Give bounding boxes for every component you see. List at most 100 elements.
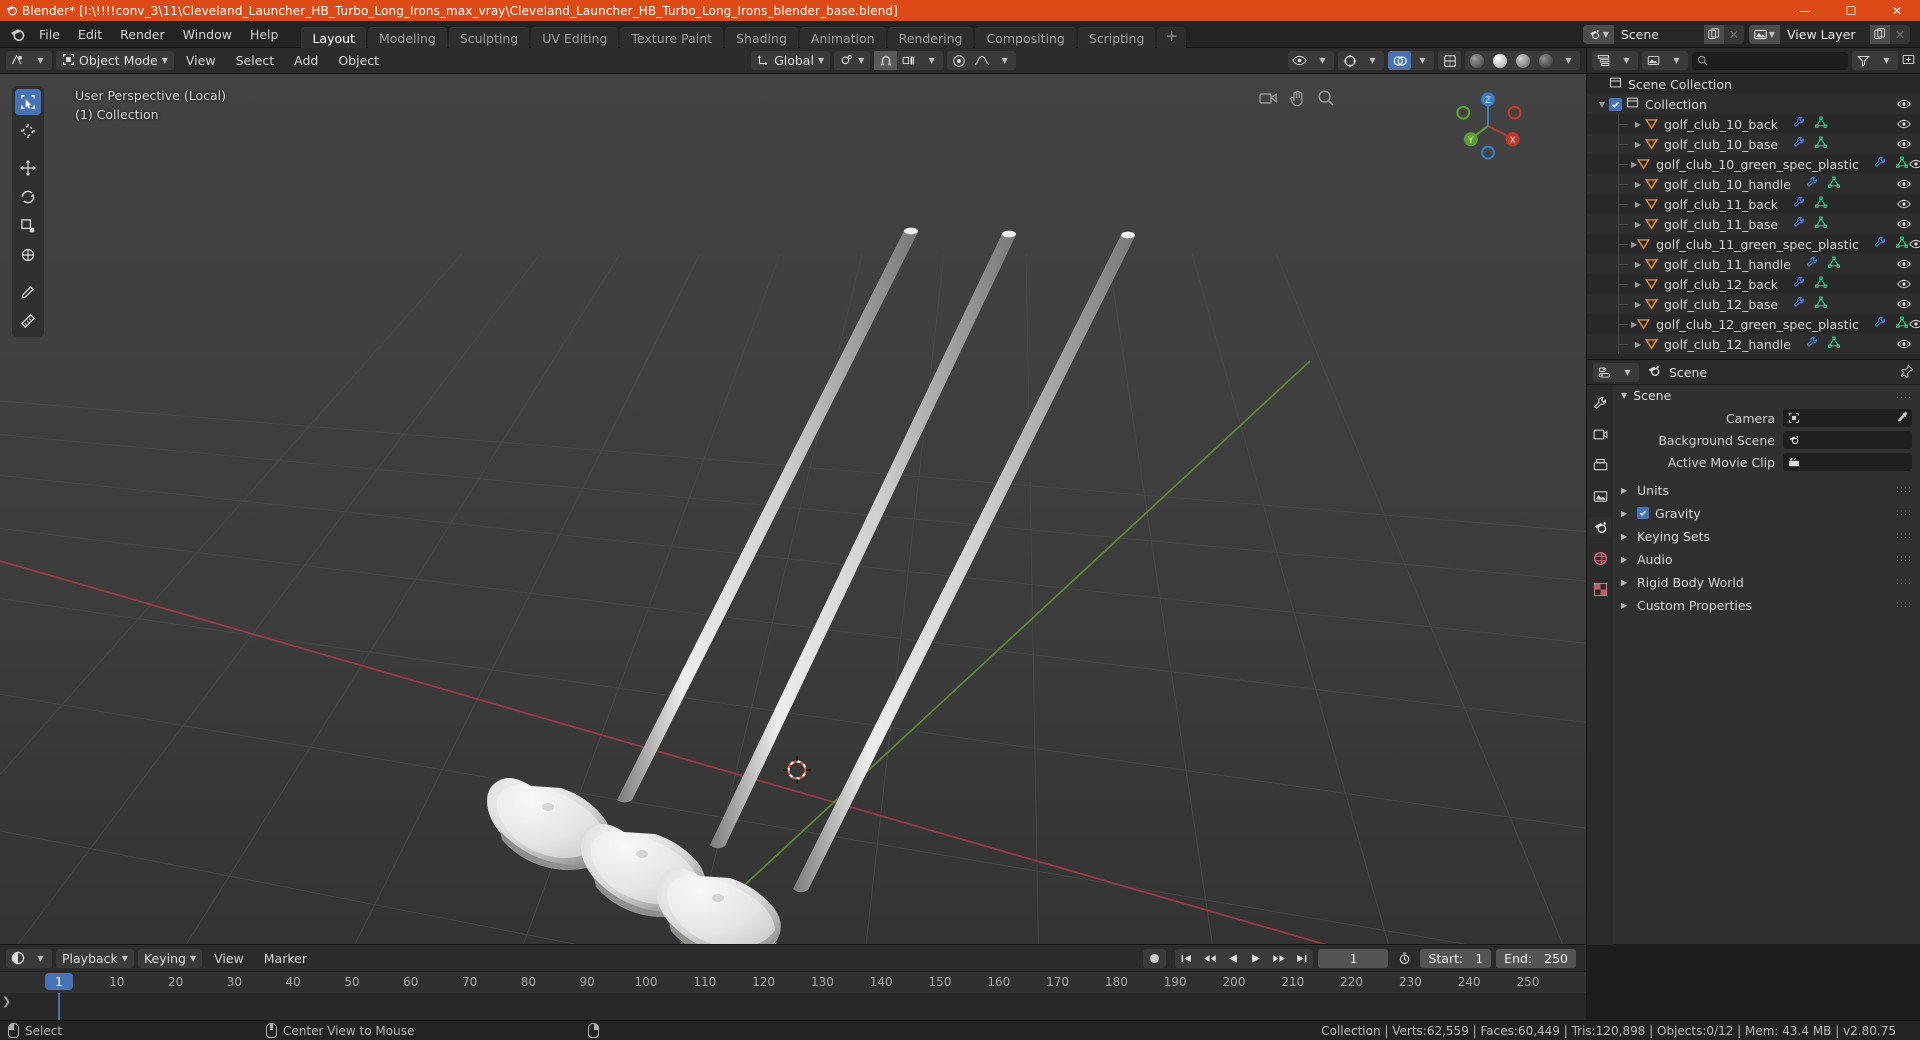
eye-icon[interactable] [1909, 317, 1920, 332]
auto-keying-button[interactable] [1143, 948, 1167, 968]
editor-type-selector[interactable]: ▼ [6, 51, 52, 70]
delete-scene-icon[interactable]: ✕ [1723, 24, 1744, 44]
scene-selector[interactable]: ▼ Scene ✕ [1582, 24, 1744, 44]
properties-section-row[interactable]: ▶ Keying Sets:::: [1613, 526, 1920, 546]
workspace-tab-modeling[interactable]: Modeling [367, 26, 447, 48]
modifier-icon[interactable] [1792, 136, 1806, 152]
eye-icon[interactable] [1897, 197, 1911, 212]
eye-icon[interactable] [1897, 177, 1911, 192]
use-preview-range-icon[interactable] [1393, 952, 1415, 965]
scene-panel-disclosure-icon[interactable]: ▼ [1621, 391, 1627, 400]
workspace-tab-compositing[interactable]: Compositing [975, 26, 1076, 48]
scene-panel-header[interactable]: ▼ Scene :::: [1613, 385, 1920, 406]
properties-section-row[interactable]: ▶ Audio:::: [1613, 549, 1920, 569]
properties-editor-type-selector[interactable]: ▼ [1593, 362, 1639, 382]
overlays-icon[interactable] [1388, 51, 1411, 70]
filter-caret-icon[interactable]: ▼ [1875, 51, 1898, 70]
falloff-caret-icon[interactable]: ▼ [993, 51, 1016, 70]
visibility-selector[interactable]: ▼ [1288, 51, 1334, 70]
display-mode-caret-icon[interactable]: ▼ [1665, 51, 1688, 70]
outliner-row-object[interactable]: ▶ golf_club_12_back [1587, 274, 1920, 294]
section-disclosure-icon[interactable]: ▶ [1621, 578, 1631, 587]
outliner-row-object[interactable]: ▶ golf_club_10_handle [1587, 174, 1920, 194]
overlays-caret-icon[interactable]: ▼ [1411, 51, 1434, 70]
mesh-data-icon[interactable] [1895, 156, 1909, 172]
collection-disclosure-icon[interactable]: ▼ [1595, 100, 1609, 109]
menu-file[interactable]: File [30, 25, 69, 44]
outliner-row-object[interactable]: ▶ golf_club_10_green_spec_plastic [1587, 154, 1920, 174]
section-disclosure-icon[interactable]: ▶ [1621, 601, 1631, 610]
camera-field[interactable] [1783, 409, 1912, 427]
measure-tool[interactable] [15, 308, 41, 334]
properties-tab-output[interactable] [1589, 455, 1611, 475]
blender-logo-icon[interactable] [4, 21, 30, 48]
view-layer-browse-icon[interactable]: ▼ [1748, 24, 1780, 44]
viewport-menu-add[interactable]: Add [286, 51, 326, 70]
eyedropper-icon[interactable] [1895, 411, 1907, 426]
eye-icon[interactable] [1909, 237, 1920, 252]
eye-icon[interactable] [1897, 137, 1911, 152]
properties-section-row[interactable]: ▶ Gravity:::: [1613, 503, 1920, 523]
play-icon[interactable] [1244, 949, 1267, 968]
modifier-icon[interactable] [1873, 156, 1887, 172]
eye-icon[interactable] [1897, 297, 1911, 312]
eye-icon[interactable] [1897, 257, 1911, 272]
eye-icon[interactable] [1897, 217, 1911, 232]
modifier-icon[interactable] [1792, 276, 1806, 292]
outliner-tree[interactable]: Scene Collection ▼ Collection ▶ golf_club… [1587, 74, 1920, 359]
timeline-expand-icon[interactable]: ❯ [2, 995, 11, 1008]
mesh-data-icon[interactable] [1895, 236, 1909, 252]
close-button[interactable]: ✕ [1874, 0, 1920, 21]
xray-toggle[interactable] [1438, 51, 1461, 70]
filter-icon[interactable] [1852, 51, 1875, 70]
eye-icon[interactable] [1897, 277, 1911, 292]
wireframe-shading-icon[interactable] [1465, 51, 1488, 70]
outliner-type-caret-icon[interactable]: ▼ [1615, 51, 1638, 70]
mesh-data-icon[interactable] [1827, 256, 1841, 272]
proportional-edit-icon[interactable] [947, 51, 970, 70]
workspace-tab-layout[interactable]: Layout [301, 26, 366, 48]
move-tool[interactable] [15, 155, 41, 181]
section-disclosure-icon[interactable]: ▶ [1621, 555, 1631, 564]
gizmo-caret-icon[interactable]: ▼ [1361, 51, 1384, 70]
outliner-row-scene-collection[interactable]: Scene Collection [1587, 74, 1920, 94]
properties-tab-view-layer[interactable] [1589, 486, 1611, 506]
object-disclosure-icon[interactable]: ▶ [1631, 300, 1645, 309]
magnet-icon[interactable] [874, 51, 898, 70]
mesh-data-icon[interactable] [1814, 296, 1828, 312]
timeline-editor-type-selector[interactable]: ▼ [6, 948, 52, 968]
menu-edit[interactable]: Edit [69, 25, 111, 44]
outliner-editor-type-selector[interactable]: ▼ [1592, 51, 1638, 70]
object-disclosure-icon[interactable]: ▶ [1631, 220, 1645, 229]
gizmo-selector[interactable]: ▼ [1338, 51, 1384, 70]
workspace-tab-texture-paint[interactable]: Texture Paint [620, 26, 724, 48]
object-disclosure-icon[interactable]: ▶ [1631, 280, 1645, 289]
background-scene-field[interactable] [1783, 431, 1912, 449]
modifier-icon[interactable] [1792, 216, 1806, 232]
viewport-zoom-icon[interactable] [1316, 88, 1336, 111]
falloff-curve-icon[interactable] [970, 51, 993, 70]
properties-tab-scene[interactable] [1589, 517, 1611, 537]
object-disclosure-icon[interactable]: ▶ [1631, 180, 1645, 189]
visibility-caret-icon[interactable]: ▼ [1311, 51, 1334, 70]
view-layer-name[interactable]: View Layer [1780, 24, 1870, 44]
shading-modes[interactable]: ▼ [1465, 51, 1580, 70]
outliner-filter-button[interactable]: ▼ [1852, 51, 1898, 70]
modifier-icon[interactable] [1792, 196, 1806, 212]
jump-end-icon[interactable] [1290, 949, 1313, 968]
delete-view-layer-icon[interactable]: ✕ [1890, 24, 1910, 44]
transform-orientation-selector[interactable]: Global ▼ [751, 51, 831, 70]
material-shading-icon[interactable] [1511, 51, 1534, 70]
outliner-new-collection-icon[interactable] [1902, 53, 1915, 69]
mesh-data-icon[interactable] [1827, 176, 1841, 192]
workspace-tab-animation[interactable]: Animation [799, 26, 886, 48]
timeline-menu-marker[interactable]: Marker [256, 949, 315, 968]
object-disclosure-icon[interactable]: ▶ [1631, 340, 1645, 349]
eye-icon[interactable] [1897, 337, 1911, 352]
next-keyframe-icon[interactable] [1267, 949, 1290, 968]
object-disclosure-icon[interactable]: ▶ [1631, 260, 1645, 269]
select-box-tool[interactable] [15, 89, 41, 115]
modifier-icon[interactable] [1873, 236, 1887, 252]
prev-keyframe-icon[interactable] [1198, 949, 1221, 968]
overlays-selector[interactable]: ▼ [1388, 51, 1434, 70]
